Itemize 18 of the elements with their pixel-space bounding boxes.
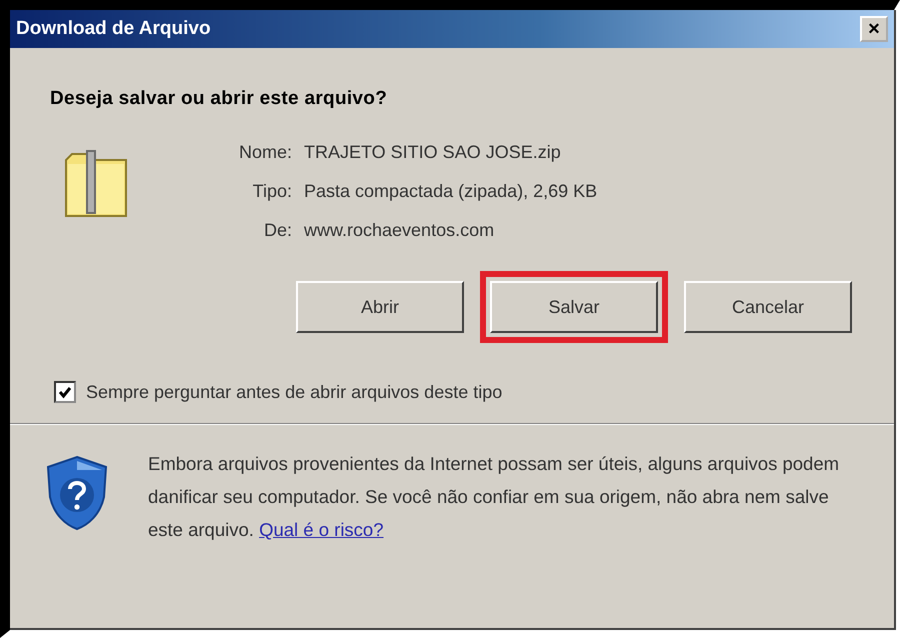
close-button[interactable]: ×: [860, 16, 888, 42]
field-value: www.rochaeventos.com: [304, 220, 496, 241]
risk-link[interactable]: Qual é o risco?: [259, 519, 384, 540]
field-label: Tipo:: [252, 181, 292, 202]
checkmark-icon: [58, 385, 72, 399]
dialog-button[interactable]: Cancelar: [684, 281, 852, 333]
dialog-button[interactable]: Salvar: [490, 281, 658, 333]
field-value: TRAJETO SITIO SAO JOSE.zip: [304, 142, 562, 163]
field-label: Nome:: [238, 142, 292, 163]
dialog-heading: Deseja salvar ou abrir este arquivo?: [50, 88, 388, 110]
warning-text: Embora arquivos provenientes da Internet possam ser úteis, alguns arquivos podem danificar seu computador. Se você não confiar em sua origem, não abra nem salve este arquivo. Qual é o risco?: [148, 452, 840, 542]
dialog-button[interactable]: Abrir: [296, 281, 464, 333]
checkbox[interactable]: [54, 381, 76, 403]
checkbox-label: Sempre perguntar antes de abrir arquivos deste tipo: [86, 382, 502, 402]
shield-question-icon: [44, 455, 110, 531]
window-title: Download de Arquivo: [16, 18, 211, 40]
field-label: De:: [262, 220, 292, 241]
field-value: Pasta compactada (zipada), 2,69 KB: [304, 181, 598, 202]
